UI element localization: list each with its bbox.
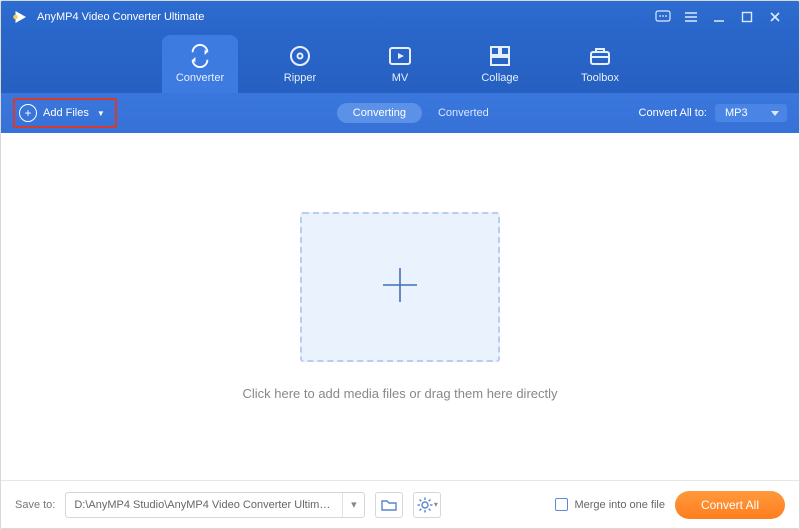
tab-toolbox[interactable]: Toolbox bbox=[562, 35, 638, 93]
output-format-value: MP3 bbox=[725, 107, 748, 119]
bottom-bar: Save to: D:\AnyMP4 Studio\AnyMP4 Video C… bbox=[1, 480, 799, 528]
drop-area: Click here to add media files or drag th… bbox=[1, 133, 799, 480]
save-to-label: Save to: bbox=[15, 499, 55, 511]
tab-label: MV bbox=[392, 72, 409, 84]
open-folder-button[interactable] bbox=[375, 492, 403, 518]
plus-icon bbox=[377, 262, 423, 313]
main-tabs: Converter Ripper MV Collage Toolbox bbox=[1, 33, 799, 93]
collage-icon bbox=[488, 44, 512, 68]
tab-converted[interactable]: Converted bbox=[422, 103, 505, 123]
menu-icon[interactable] bbox=[677, 3, 705, 31]
chevron-down-icon: ▼ bbox=[97, 109, 105, 118]
app-title: AnyMP4 Video Converter Ultimate bbox=[37, 11, 204, 23]
converter-icon bbox=[188, 44, 212, 68]
merge-label: Merge into one file bbox=[574, 499, 665, 511]
tab-converter[interactable]: Converter bbox=[162, 35, 238, 93]
add-files-button[interactable]: + Add Files ▼ bbox=[13, 98, 117, 128]
save-path-field[interactable]: D:\AnyMP4 Studio\AnyMP4 Video Converter … bbox=[65, 492, 365, 518]
tab-mv[interactable]: MV bbox=[362, 35, 438, 93]
drop-hint: Click here to add media files or drag th… bbox=[242, 386, 557, 401]
status-tabs: Converting Converted bbox=[337, 103, 505, 123]
close-button[interactable] bbox=[761, 3, 789, 31]
gear-icon bbox=[417, 497, 433, 513]
app-logo-icon bbox=[11, 8, 29, 26]
chevron-down-icon[interactable]: ▾ bbox=[342, 493, 364, 517]
convert-all-to: Convert All to: MP3 bbox=[639, 104, 787, 122]
tab-label: Converter bbox=[176, 72, 224, 84]
convert-all-to-label: Convert All to: bbox=[639, 107, 707, 119]
title-bar: AnyMP4 Video Converter Ultimate bbox=[1, 1, 799, 33]
toolbox-icon bbox=[588, 44, 612, 68]
chevron-down-icon: ▾ bbox=[434, 500, 438, 509]
checkbox-icon bbox=[555, 498, 568, 511]
sub-toolbar: + Add Files ▼ Converting Converted Conve… bbox=[1, 93, 799, 133]
tab-ripper[interactable]: Ripper bbox=[262, 35, 338, 93]
app-window: AnyMP4 Video Converter Ultimate Converte… bbox=[0, 0, 800, 529]
add-media-dropzone[interactable] bbox=[300, 212, 500, 362]
convert-all-button[interactable]: Convert All bbox=[675, 491, 785, 519]
maximize-button[interactable] bbox=[733, 3, 761, 31]
tab-converting[interactable]: Converting bbox=[337, 103, 422, 123]
ripper-icon bbox=[288, 44, 312, 68]
settings-button[interactable]: ▾ bbox=[413, 492, 441, 518]
save-path-value: D:\AnyMP4 Studio\AnyMP4 Video Converter … bbox=[66, 499, 342, 511]
minimize-button[interactable] bbox=[705, 3, 733, 31]
tab-label: Toolbox bbox=[581, 72, 619, 84]
tab-collage[interactable]: Collage bbox=[462, 35, 538, 93]
add-files-label: Add Files bbox=[43, 107, 89, 119]
plus-circle-icon: + bbox=[19, 104, 37, 122]
merge-checkbox[interactable]: Merge into one file bbox=[555, 498, 665, 511]
tab-label: Collage bbox=[481, 72, 518, 84]
output-format-select[interactable]: MP3 bbox=[715, 104, 787, 122]
folder-icon bbox=[381, 498, 397, 512]
mv-icon bbox=[388, 44, 412, 68]
feedback-icon[interactable] bbox=[649, 3, 677, 31]
tab-label: Ripper bbox=[284, 72, 316, 84]
